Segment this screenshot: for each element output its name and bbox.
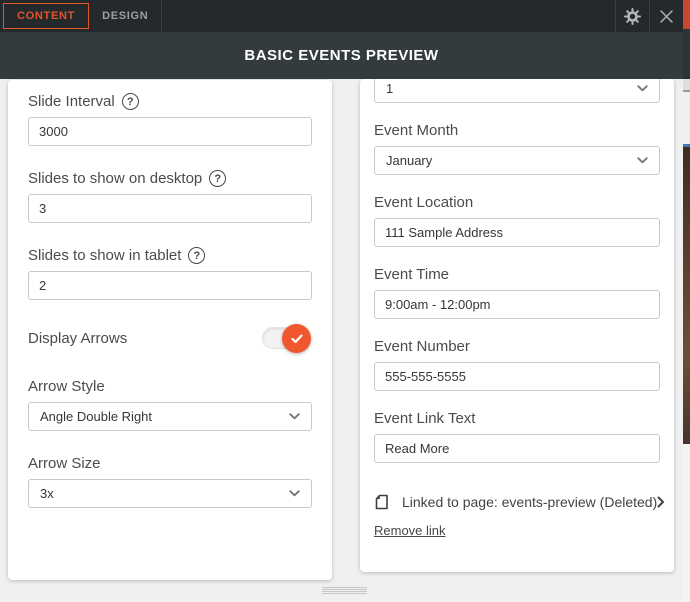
event-month-value: January [386, 153, 432, 168]
help-icon[interactable]: ? [209, 170, 226, 187]
page-icon [374, 494, 389, 510]
event-link-text-label: Event Link Text [374, 410, 475, 427]
field-arrow-size: Arrow Size 3x [28, 455, 312, 508]
field-event-location: Event Location [374, 194, 660, 247]
topbar-divider [161, 0, 162, 32]
chevron-right-icon [657, 496, 665, 508]
remove-link-button[interactable]: Remove link [374, 523, 446, 538]
field-event-number: Event Number [374, 338, 660, 391]
help-icon[interactable]: ? [122, 93, 139, 110]
toggle-knob [282, 324, 311, 353]
dialog-title: BASIC EVENTS PREVIEW [244, 47, 438, 64]
event-link-text-input[interactable] [374, 434, 660, 463]
field-slides-desktop: Slides to show on desktop ? [28, 170, 312, 223]
arrow-size-value: 3x [40, 486, 54, 501]
field-display-arrows: Display Arrows [28, 324, 312, 352]
event-day-select[interactable]: 1 [374, 79, 660, 103]
display-arrows-toggle[interactable] [262, 327, 310, 349]
arrow-style-select[interactable]: Angle Double Right [28, 402, 312, 431]
event-day-value: 1 [386, 81, 393, 96]
slides-desktop-label: Slides to show on desktop [28, 170, 202, 187]
dialog-topbar: CONTENT DESIGN [0, 0, 683, 32]
display-arrows-label: Display Arrows [28, 330, 127, 347]
widget-settings-dialog: CONTENT DESIGN [0, 0, 690, 602]
event-location-label: Event Location [374, 194, 473, 211]
chevron-down-icon [289, 413, 300, 420]
arrow-style-label: Arrow Style [28, 378, 105, 395]
arrow-size-select[interactable]: 3x [28, 479, 312, 508]
settings-button[interactable] [616, 0, 649, 32]
tab-design[interactable]: DESIGN [89, 3, 161, 29]
arrow-size-label: Arrow Size [28, 455, 101, 472]
slides-tablet-label: Slides to show in tablet [28, 247, 181, 264]
chevron-down-icon [289, 490, 300, 497]
gear-icon [624, 8, 641, 25]
close-icon [660, 10, 673, 23]
event-location-input[interactable] [374, 218, 660, 247]
field-event-link-text: Event Link Text [374, 410, 660, 463]
page-behind-sliver [683, 0, 690, 602]
event-month-select[interactable]: January [374, 146, 660, 175]
slides-tablet-input[interactable] [28, 271, 312, 300]
field-slide-interval: Slide Interval ? [28, 93, 312, 146]
event-time-input[interactable] [374, 290, 660, 319]
dialog-title-bar: BASIC EVENTS PREVIEW [0, 32, 683, 79]
linked-page-text: Linked to page: events-preview (Deleted) [402, 494, 657, 510]
close-button[interactable] [650, 0, 683, 32]
event-settings-panel: 1 Event Month January Event Location [360, 79, 674, 572]
slide-interval-label: Slide Interval [28, 93, 115, 110]
field-slides-tablet: Slides to show in tablet ? [28, 247, 312, 300]
check-icon [291, 334, 303, 344]
arrow-style-value: Angle Double Right [40, 409, 152, 424]
slides-desktop-input[interactable] [28, 194, 312, 223]
linked-page-row[interactable]: Linked to page: events-preview (Deleted) [374, 494, 660, 510]
event-time-label: Event Time [374, 266, 449, 283]
field-event-month: Event Month January [374, 122, 660, 175]
resize-grip[interactable] [322, 587, 367, 595]
help-icon[interactable]: ? [188, 247, 205, 264]
event-number-label: Event Number [374, 338, 470, 355]
event-number-input[interactable] [374, 362, 660, 391]
field-event-time: Event Time [374, 266, 660, 319]
chevron-down-icon [637, 85, 648, 92]
event-month-label: Event Month [374, 122, 458, 139]
field-arrow-style: Arrow Style Angle Double Right [28, 378, 312, 431]
tab-content[interactable]: CONTENT [3, 3, 89, 29]
slide-interval-input[interactable] [28, 117, 312, 146]
slider-settings-panel: Slide Interval ? Slides to show on deskt… [8, 80, 332, 580]
chevron-down-icon [637, 157, 648, 164]
